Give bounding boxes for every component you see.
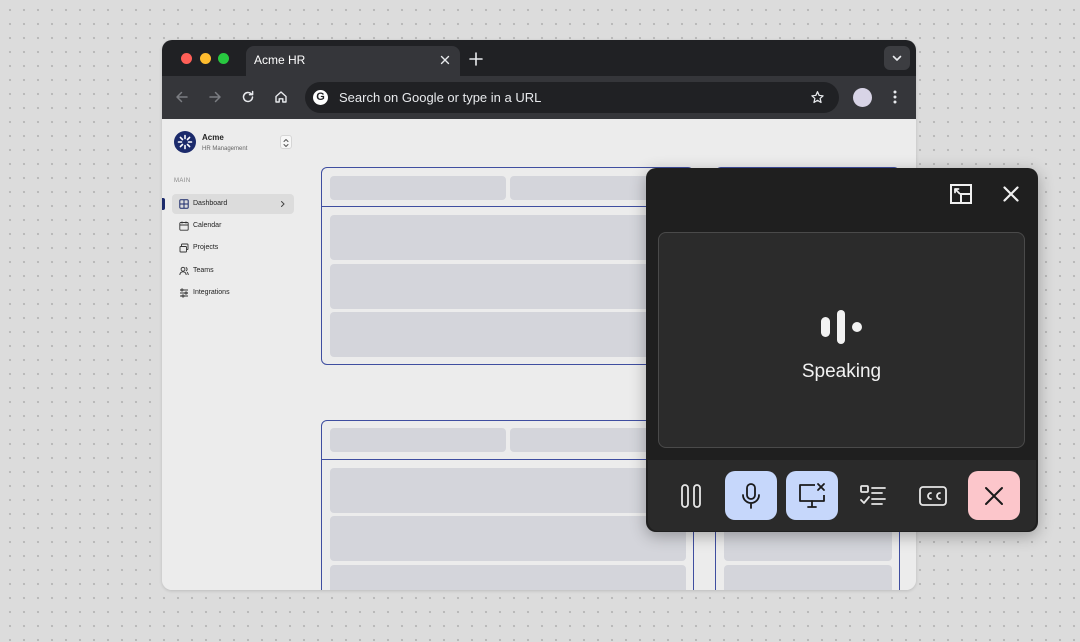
dashboard-card [321,167,694,365]
speaking-stage: Speaking [658,232,1025,448]
card-header [322,168,693,207]
users-icon [179,266,189,276]
google-logo-icon: G [313,90,328,105]
close-icon[interactable] [998,181,1024,207]
tasks-button[interactable] [847,471,899,520]
row-placeholder [330,215,686,260]
header-placeholder [330,428,506,452]
dashboard-card [321,420,694,590]
sidebar-item-label: Projects [193,244,219,251]
row-placeholder [330,468,686,513]
sidebar-section-label: MAIN [174,178,191,184]
picture-in-picture-icon[interactable] [948,181,974,207]
brand-subtitle: HR Management [202,146,248,152]
pause-icon [681,484,701,508]
voice-assistant-panel: Speaking [646,168,1038,532]
row-placeholder [330,565,686,590]
captions-button[interactable] [907,471,959,520]
sidebar-item-label: Calendar [193,222,222,229]
speaking-status: Speaking [801,361,882,382]
call-controls [648,460,1036,531]
forward-arrow-icon[interactable] [207,89,223,105]
projects-icon [179,243,189,253]
sidebar-item-label: Integrations [193,289,230,296]
workspace-switcher[interactable] [280,135,292,149]
home-icon[interactable] [273,89,289,105]
acme-logo [174,131,196,153]
speaking-wave-icon [821,310,862,344]
chevron-up-down-icon [283,139,289,147]
star-icon[interactable] [810,90,825,105]
chevron-right-icon [281,201,285,207]
sidebar-item-teams[interactable]: Teams [172,261,294,281]
close-icon[interactable] [438,53,452,67]
kebab-menu-icon[interactable] [889,89,901,105]
pause-button[interactable] [665,471,717,520]
calendar-icon [179,221,189,231]
sidebar-item-integrations[interactable]: Integrations [172,283,294,303]
microphone-button[interactable] [725,471,777,520]
grid-icon [179,199,189,209]
reload-icon[interactable] [240,89,256,105]
card-header [322,421,693,460]
screen-share-button[interactable] [786,471,838,520]
profile-avatar[interactable] [853,88,872,107]
tab-strip: Acme HR [162,40,916,76]
screen-share-off-icon [799,483,825,508]
plus-icon[interactable] [468,51,484,67]
end-session-button[interactable] [968,471,1020,520]
microphone-icon [742,483,760,509]
browser-tab[interactable]: Acme HR [246,46,460,76]
window-minimize-dot[interactable] [200,53,211,64]
row-placeholder [330,516,686,561]
active-indicator [162,198,165,210]
sidebar-item-projects[interactable]: Projects [172,238,294,258]
tab-search-button[interactable] [884,46,910,70]
window-zoom-dot[interactable] [218,53,229,64]
sidebar-item-calendar[interactable]: Calendar [172,216,294,236]
address-placeholder: Search on Google or type in a URL [339,90,542,105]
closed-captions-icon [919,486,947,506]
row-placeholder [330,312,686,357]
row-placeholder [724,565,892,590]
tab-title: Acme HR [254,53,306,67]
browser-toolbar: G Search on Google or type in a URL [162,76,916,119]
sidebar-item-label: Teams [193,267,214,274]
header-placeholder [330,176,506,200]
back-arrow-icon[interactable] [174,89,190,105]
sliders-icon [180,288,188,298]
app-sidebar: Acme HR Management MAIN Dashboard Calend… [162,119,304,590]
row-placeholder [330,264,686,309]
sidebar-item-dashboard[interactable]: Dashboard [172,194,294,214]
end-call-icon [985,487,1003,505]
address-bar[interactable]: G Search on Google or type in a URL [305,82,839,113]
chevron-down-icon [892,55,902,61]
sidebar-item-label: Dashboard [193,200,228,207]
window-close-dot[interactable] [181,53,192,64]
brand-name: Acme [202,133,224,142]
checklist-icon [860,485,886,505]
